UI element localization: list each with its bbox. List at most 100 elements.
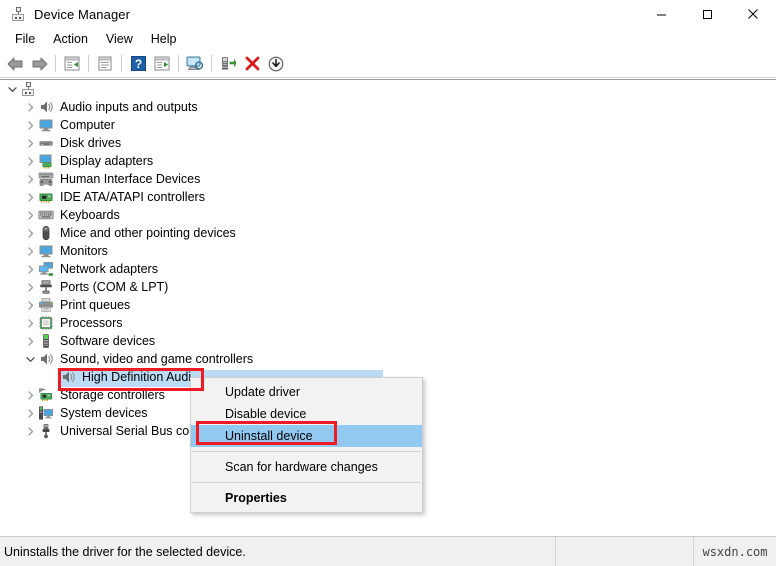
chevron-right-icon[interactable] (22, 332, 38, 350)
context-menu-item-properties[interactable]: Properties (191, 487, 422, 509)
window-controls (638, 0, 776, 28)
tree-item-label: IDE ATA/ATAPI controllers (60, 190, 205, 204)
status-bar: Uninstalls the driver for the selected d… (0, 537, 776, 566)
chevron-right-icon[interactable] (22, 134, 38, 152)
network-adapter-icon (38, 261, 54, 277)
tree-item-label: Storage controllers (60, 388, 165, 402)
chevron-right-icon[interactable] (22, 224, 38, 242)
chevron-right-icon[interactable] (22, 98, 38, 116)
context-menu-item-label: Update driver (225, 385, 301, 399)
mouse-icon (38, 225, 54, 241)
chevron-right-icon[interactable] (22, 242, 38, 260)
tree-item-network-adapters[interactable]: Network adapters (0, 260, 776, 278)
context-menu-item-label: Scan for hardware changes (225, 460, 378, 474)
chevron-right-icon[interactable] (22, 386, 38, 404)
tree-item-label: Ports (COM & LPT) (60, 280, 169, 294)
chevron-right-icon[interactable] (22, 206, 38, 224)
tree-item-label: Human Interface Devices (60, 172, 201, 186)
chevron-right-icon[interactable] (22, 170, 38, 188)
device-manager-window: Device Manager File Action View Help ? A… (0, 0, 776, 566)
toolbar-separator (121, 55, 122, 72)
speaker-icon (38, 99, 54, 115)
title-bar: Device Manager (0, 0, 776, 28)
context-menu-separator (192, 482, 421, 483)
properties-button[interactable] (93, 52, 117, 75)
tree-item-audio-inputs-and-outputs[interactable]: Audio inputs and outputs (0, 98, 776, 116)
forward-button[interactable] (27, 52, 51, 75)
status-panel-2 (555, 537, 693, 566)
context-menu[interactable]: Update driver Disable device Uninstall d… (190, 377, 423, 513)
software-device-icon (38, 333, 54, 349)
tree-item-label: Disk drives (60, 136, 122, 150)
toolbar-separator (178, 55, 179, 72)
tree-root-node[interactable] (0, 80, 776, 98)
tree-item-label: Network adapters (60, 262, 158, 276)
tree-item-label: Universal Serial Bus cont (60, 424, 200, 438)
show-hide-action-pane-button[interactable] (150, 52, 174, 75)
device-manager-icon (10, 6, 26, 22)
usb-icon (38, 423, 54, 439)
tree-item-print-queues[interactable]: Print queues (0, 296, 776, 314)
tree-item-label: Display adapters (60, 154, 154, 168)
maximize-button[interactable] (684, 0, 730, 28)
disk-icon (38, 135, 54, 151)
tree-item-label: Software devices (60, 334, 156, 348)
tree-item-keyboards[interactable]: Keyboards (0, 206, 776, 224)
context-menu-item-update-driver[interactable]: Update driver (191, 381, 422, 403)
menu-action[interactable]: Action (44, 30, 97, 48)
menu-file[interactable]: File (6, 30, 44, 48)
chevron-right-icon[interactable] (22, 188, 38, 206)
menu-view[interactable]: View (97, 30, 142, 48)
tree-item-ports-com-and-lpt[interactable]: Ports (COM & LPT) (0, 278, 776, 296)
back-button[interactable] (3, 52, 27, 75)
tree-item-label: Processors (60, 316, 123, 330)
tree-item-ide-ata-atapi-controllers[interactable]: IDE ATA/ATAPI controllers (0, 188, 776, 206)
scan-for-hardware-changes-button[interactable] (183, 52, 207, 75)
chevron-right-icon[interactable] (22, 296, 38, 314)
chevron-right-icon[interactable] (22, 152, 38, 170)
processor-icon (38, 315, 54, 331)
disable-device-button[interactable] (264, 52, 288, 75)
toolbar-separator (55, 55, 56, 72)
menu-bar: File Action View Help (0, 28, 776, 50)
tree-item-processors[interactable]: Processors (0, 314, 776, 332)
tree-item-computer[interactable]: Computer (0, 116, 776, 134)
keyboard-icon (38, 207, 54, 223)
speaker-icon (60, 369, 76, 385)
tree-item-sound-video-and-game-controllers[interactable]: Sound, video and game controllers (0, 350, 776, 368)
context-menu-item-uninstall-device[interactable]: Uninstall device (191, 425, 422, 447)
update-driver-button[interactable] (216, 52, 240, 75)
context-menu-separator (192, 451, 421, 452)
tree-item-label: High Definition Audi (82, 370, 192, 384)
computer-root-icon (20, 81, 36, 97)
uninstall-device-button[interactable] (240, 52, 264, 75)
help-button[interactable]: ? (126, 52, 150, 75)
tree-item-label: Computer (60, 118, 115, 132)
show-hide-console-tree-button[interactable] (60, 52, 84, 75)
toolbar-separator (211, 55, 212, 72)
watermark: wsxdn.com (693, 537, 776, 566)
storage-controller-icon (38, 387, 54, 403)
tree-item-disk-drives[interactable]: Disk drives (0, 134, 776, 152)
menu-help[interactable]: Help (142, 30, 186, 48)
context-menu-item-scan-for-hardware-changes[interactable]: Scan for hardware changes (191, 456, 422, 478)
chevron-right-icon[interactable] (22, 260, 38, 278)
tree-item-monitors[interactable]: Monitors (0, 242, 776, 260)
tree-item-software-devices[interactable]: Software devices (0, 332, 776, 350)
chevron-right-icon[interactable] (22, 422, 38, 440)
chevron-right-icon[interactable] (22, 314, 38, 332)
context-menu-item-label: Uninstall device (225, 429, 313, 443)
chevron-right-icon[interactable] (22, 278, 38, 296)
chevron-right-icon[interactable] (22, 404, 38, 422)
chevron-right-icon[interactable] (22, 116, 38, 134)
tree-item-label: Monitors (60, 244, 108, 258)
close-button[interactable] (730, 0, 776, 28)
chevron-down-icon[interactable] (4, 80, 20, 98)
tree-item-mice-and-other-pointing-devices[interactable]: Mice and other pointing devices (0, 224, 776, 242)
chevron-down-icon[interactable] (22, 350, 38, 368)
minimize-button[interactable] (638, 0, 684, 28)
context-menu-item-disable-device[interactable]: Disable device (191, 403, 422, 425)
tree-item-display-adapters[interactable]: Display adapters (0, 152, 776, 170)
tree-item-human-interface-devices[interactable]: Human Interface Devices (0, 170, 776, 188)
tree-item-label: Mice and other pointing devices (60, 226, 236, 240)
